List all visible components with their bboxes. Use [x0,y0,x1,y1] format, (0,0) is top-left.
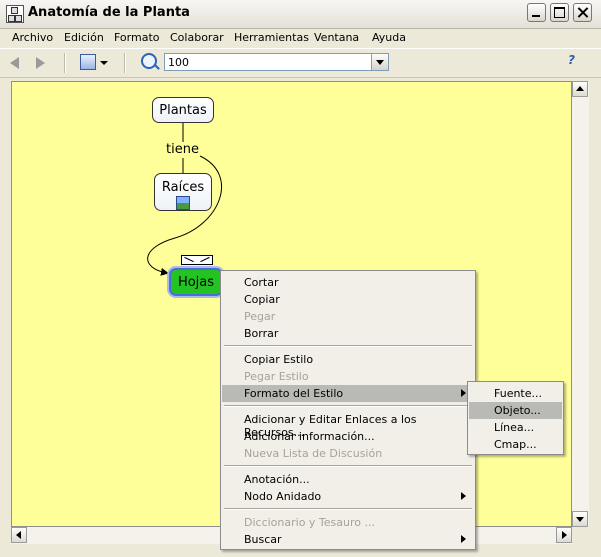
node-label: Hojas [177,275,215,290]
concept-node-plantas[interactable]: Plantas [152,97,214,123]
menu-item-diccionario-tesauro[interactable]: Diccionario y Tesauro ... [222,514,474,531]
context-menu: Cortar Copiar Pegar Borrar Copiar Estilo… [220,270,476,550]
menu-item-buscar[interactable]: Buscar [222,531,474,548]
vertical-scrollbar[interactable] [572,81,589,527]
menu-separator [224,508,472,510]
menu-item-anotacion[interactable]: Anotación... [222,471,474,488]
linking-phrase[interactable]: tiene [166,142,199,157]
node-label: Raíces [161,180,205,195]
scroll-left-button[interactable] [11,527,27,543]
menu-item-adicionar-enlaces[interactable]: Adicionar y Editar Enlaces a los Recurso… [222,411,474,439]
menu-item-adicionar-informacion[interactable]: Adicionar información... [222,428,474,445]
concept-node-hojas[interactable]: Hojas [169,268,223,296]
menu-item-borrar[interactable]: Borrar [222,325,474,342]
menu-item-formato-del-estilo[interactable]: Formato del Estilo [222,385,474,402]
node-label: Plantas [159,103,207,118]
image-resource-icon[interactable] [176,196,190,210]
menu-item-copiar[interactable]: Copiar [222,291,474,308]
scroll-right-button[interactable] [556,527,572,543]
menu-item-pegar-estilo[interactable]: Pegar Estilo [222,368,474,385]
menu-separator [224,465,472,467]
concept-node-raices[interactable]: Raíces [154,173,212,211]
resize-handle[interactable] [181,255,213,265]
menu-separator [224,345,472,347]
submenu-item-objeto[interactable]: Objeto... [469,402,562,419]
menu-item-nodo-anidado[interactable]: Nodo Anidado [222,488,474,505]
app-window: Anatomía de la Planta Archivo Edición Fo… [0,0,601,557]
menu-separator [224,405,472,407]
submenu-item-fuente[interactable]: Fuente... [469,385,562,402]
menu-item-pegar[interactable]: Pegar [222,308,474,325]
menu-item-copiar-estilo[interactable]: Copiar Estilo [222,351,474,368]
style-format-submenu: Fuente... Objeto... Línea... Cmap... [467,381,564,455]
scroll-corner [572,527,589,544]
scroll-up-button[interactable] [572,81,588,97]
scroll-down-button[interactable] [572,511,588,527]
submenu-item-cmap[interactable]: Cmap... [469,436,562,453]
menu-item-nueva-lista-discusion[interactable]: Nueva Lista de Discusión [222,445,474,462]
submenu-item-linea[interactable]: Línea... [469,419,562,436]
menu-item-cortar[interactable]: Cortar [222,274,474,291]
